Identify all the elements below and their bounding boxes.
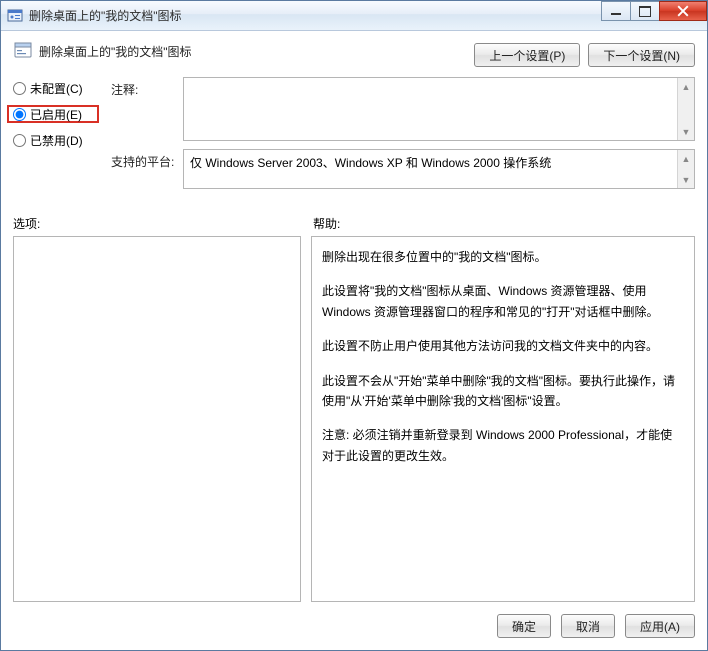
radio-disabled[interactable]: 已禁用(D) <box>13 131 93 149</box>
policy-icon <box>13 41 33 61</box>
apply-button[interactable]: 应用(A) <box>625 614 695 638</box>
window-controls <box>602 1 707 21</box>
options-label: 选项: <box>13 215 313 232</box>
radio-enabled[interactable]: 已启用(E) <box>7 105 99 123</box>
client-area: 删除桌面上的"我的文档"图标 上一个设置(P) 下一个设置(N) 未配置(C) … <box>1 31 707 650</box>
maximize-button[interactable] <box>630 1 660 21</box>
options-panel <box>13 236 301 602</box>
platform-value: 仅 Windows Server 2003、Windows XP 和 Windo… <box>190 156 551 170</box>
help-paragraph: 注意: 必须注销并重新登录到 Windows 2000 Professional… <box>322 425 684 466</box>
scrollbar[interactable]: ▲ ▼ <box>677 150 694 188</box>
nav-buttons: 上一个设置(P) 下一个设置(N) <box>474 43 695 67</box>
comment-label: 注释: <box>111 77 183 141</box>
app-icon <box>7 8 23 24</box>
help-panel: 删除出现在很多位置中的"我的文档"图标。此设置将"我的文档"图标从桌面、Wind… <box>311 236 695 602</box>
header-left: 删除桌面上的"我的文档"图标 <box>13 41 192 61</box>
close-button[interactable] <box>659 1 707 21</box>
help-paragraph: 删除出现在很多位置中的"我的文档"图标。 <box>322 247 684 267</box>
panels: 删除出现在很多位置中的"我的文档"图标。此设置将"我的文档"图标从桌面、Wind… <box>13 236 695 602</box>
dialog-window: 删除桌面上的"我的文档"图标 删除桌面上的"我的文档"图标 上一个设置(P) 下… <box>0 0 708 651</box>
help-paragraph: 此设置不会从"开始"菜单中删除"我的文档"图标。要执行此操作，请使用"从'开始'… <box>322 371 684 412</box>
radio-enabled-label: 已启用(E) <box>30 106 82 123</box>
footer-buttons: 确定 取消 应用(A) <box>13 602 695 638</box>
scroll-up-icon[interactable]: ▲ <box>678 78 694 95</box>
radio-not-configured-input[interactable] <box>13 82 26 95</box>
cancel-button[interactable]: 取消 <box>561 614 615 638</box>
scrollbar[interactable]: ▲ ▼ <box>677 78 694 140</box>
radio-group: 未配置(C) 已启用(E) 已禁用(D) <box>13 77 93 197</box>
page-title: 删除桌面上的"我的文档"图标 <box>39 43 192 60</box>
help-paragraph: 此设置将"我的文档"图标从桌面、Windows 资源管理器、使用 Windows… <box>322 281 684 322</box>
window-title: 删除桌面上的"我的文档"图标 <box>29 7 182 24</box>
titlebar: 删除桌面上的"我的文档"图标 <box>1 1 707 31</box>
platform-textbox: 仅 Windows Server 2003、Windows XP 和 Windo… <box>183 149 695 189</box>
platform-label: 支持的平台: <box>111 149 183 189</box>
prev-setting-button[interactable]: 上一个设置(P) <box>474 43 580 67</box>
help-paragraph: 此设置不防止用户使用其他方法访问我的文档文件夹中的内容。 <box>322 336 684 356</box>
help-label: 帮助: <box>313 215 695 232</box>
radio-enabled-input[interactable] <box>13 108 26 121</box>
minimize-button[interactable] <box>601 1 631 21</box>
section-labels: 选项: 帮助: <box>13 215 695 232</box>
next-setting-button[interactable]: 下一个设置(N) <box>588 43 695 67</box>
scroll-down-icon[interactable]: ▼ <box>678 123 694 140</box>
scroll-up-icon[interactable]: ▲ <box>678 150 694 167</box>
radio-not-configured[interactable]: 未配置(C) <box>13 79 93 97</box>
comment-row: 注释: ▲ ▼ <box>111 77 695 141</box>
config-row: 未配置(C) 已启用(E) 已禁用(D) 注释: ▲ <box>13 77 695 197</box>
radio-disabled-input[interactable] <box>13 134 26 147</box>
comment-textbox[interactable]: ▲ ▼ <box>183 77 695 141</box>
ok-button[interactable]: 确定 <box>497 614 551 638</box>
radio-disabled-label: 已禁用(D) <box>30 132 83 149</box>
fields-column: 注释: ▲ ▼ 支持的平台: 仅 Windows Server 2003、Win… <box>111 77 695 197</box>
header-row: 删除桌面上的"我的文档"图标 上一个设置(P) 下一个设置(N) <box>13 41 695 67</box>
radio-not-configured-label: 未配置(C) <box>30 80 83 97</box>
platform-row: 支持的平台: 仅 Windows Server 2003、Windows XP … <box>111 149 695 189</box>
scroll-down-icon[interactable]: ▼ <box>678 171 694 188</box>
